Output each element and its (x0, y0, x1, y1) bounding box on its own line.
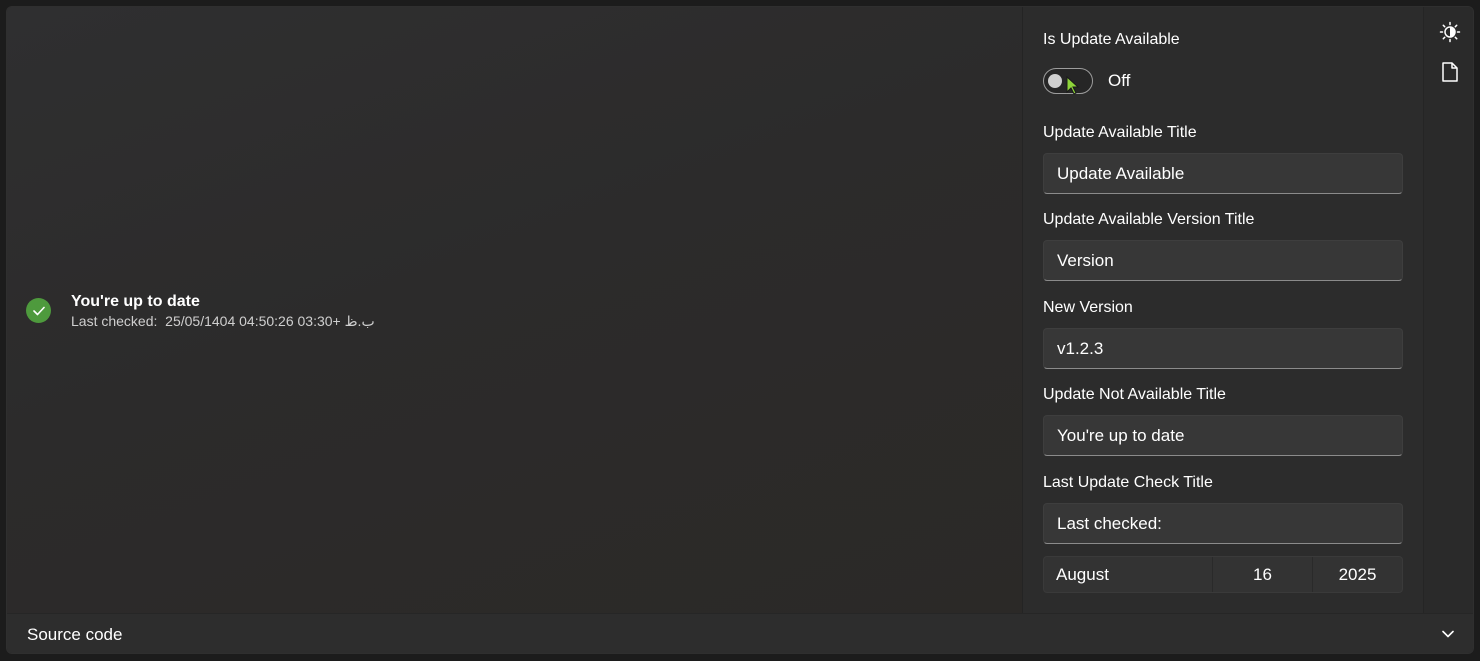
is-update-available-toggle-row: Off (1043, 68, 1130, 94)
update-not-available-title-label: Update Not Available Title (1043, 386, 1226, 403)
source-code-expander[interactable]: Source code (7, 613, 1473, 653)
right-rail (1423, 7, 1473, 613)
chevron-down-icon[interactable] (1441, 626, 1455, 644)
status-subtitle: Last checked: 25/05/1404 04:50:26 03:30+… (71, 313, 375, 329)
update-available-version-title-label: Update Available Version Title (1043, 211, 1255, 228)
toggle-state-label: Off (1108, 71, 1131, 90)
new-version-label: New Version (1043, 299, 1133, 316)
last-update-check-title-input[interactable]: Last checked: (1043, 503, 1403, 544)
last-update-check-title-label: Last Update Check Title (1043, 474, 1213, 491)
status-title: You're up to date (71, 293, 200, 310)
checkmark-icon (26, 298, 51, 323)
toggle-knob (1048, 74, 1062, 88)
update-not-available-title-input[interactable]: You're up to date (1043, 415, 1403, 456)
sample-frame: You're up to date Last checked: 25/05/14… (6, 6, 1474, 654)
update-available-title-label: Update Available Title (1043, 124, 1197, 141)
options-panel: Is Update Available Off Update Available… (1022, 7, 1423, 613)
date-year[interactable]: 2025 (1313, 557, 1402, 592)
update-available-version-title-input[interactable]: Version (1043, 240, 1403, 281)
update-status: You're up to date Last checked: 25/05/14… (26, 292, 375, 330)
mouse-cursor-icon (1066, 75, 1080, 101)
source-code-label: Source code (27, 624, 123, 644)
date-month[interactable]: August (1044, 557, 1213, 592)
date-day[interactable]: 16 (1213, 557, 1313, 592)
document-icon[interactable] (1437, 59, 1463, 85)
update-available-title-input[interactable]: Update Available (1043, 153, 1403, 194)
new-version-input[interactable]: v1.2.3 (1043, 328, 1403, 369)
is-update-available-label: Is Update Available (1043, 31, 1180, 48)
preview-area: You're up to date Last checked: 25/05/14… (7, 7, 1022, 613)
theme-toggle-icon[interactable] (1437, 19, 1463, 45)
last-check-date-picker[interactable]: August 16 2025 (1043, 556, 1403, 593)
